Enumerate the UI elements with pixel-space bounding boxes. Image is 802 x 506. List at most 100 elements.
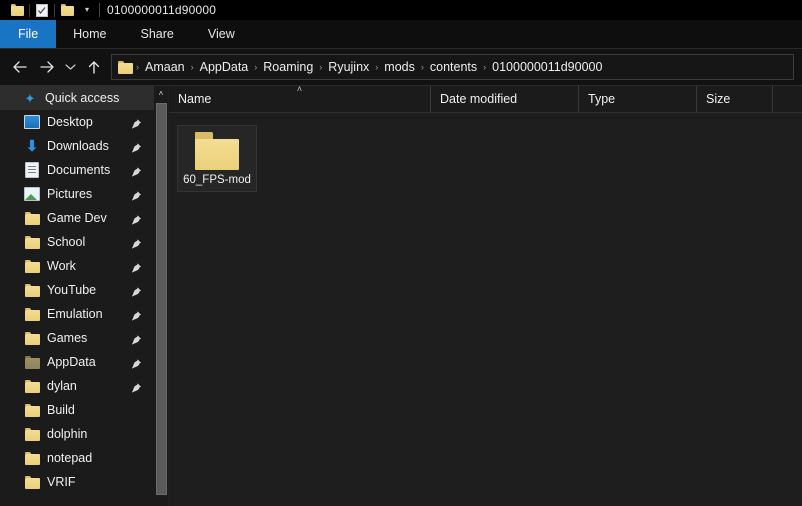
sidebar-item-dylan[interactable]: dylan — [0, 374, 154, 398]
pin-icon[interactable] — [131, 213, 142, 225]
breadcrumb-separator[interactable]: › — [373, 62, 380, 72]
tab-home[interactable]: Home — [56, 20, 123, 48]
folder-icon — [24, 211, 40, 226]
list-item[interactable]: 60_FPS-mod — [177, 125, 257, 192]
sidebar-item-youtube[interactable]: YouTube — [0, 278, 154, 302]
title-bar: ▾ 0100000011d90000 — [0, 0, 802, 20]
sidebar-item-label: School — [47, 235, 86, 249]
sidebar-item-label: Pictures — [47, 187, 93, 201]
breadcrumb-item-current[interactable]: 0100000011d90000 — [488, 60, 606, 74]
sidebar-item-pictures[interactable]: Pictures — [0, 182, 154, 206]
breadcrumb-separator[interactable]: › — [481, 62, 488, 72]
folder-icon — [24, 379, 40, 394]
sidebar-item-label: Work — [47, 259, 76, 273]
title-divider — [99, 3, 100, 17]
desktop-icon — [24, 115, 40, 130]
sidebar-item-emulation[interactable]: Emulation — [0, 302, 154, 326]
sidebar-item-label: dolphin — [47, 427, 88, 441]
column-header-type[interactable]: Type — [579, 86, 697, 112]
column-header-label: Date modified — [440, 92, 518, 106]
column-header-row: ˄ Name Date modified Type Size — [169, 84, 802, 113]
sidebar-item-build[interactable]: Build — [0, 398, 154, 422]
column-header-name[interactable]: ˄ Name — [169, 84, 431, 112]
folder-icon[interactable] — [6, 0, 28, 20]
sort-ascending-icon: ˄ — [296, 84, 303, 94]
tab-share[interactable]: Share — [124, 20, 191, 48]
pin-icon[interactable] — [131, 117, 142, 129]
breadcrumb-separator[interactable]: › — [134, 62, 141, 72]
column-header-date-modified[interactable]: Date modified — [431, 86, 579, 112]
sidebar-item-games[interactable]: Games — [0, 326, 154, 350]
pin-icon[interactable] — [131, 333, 142, 345]
recent-locations-chevron-down-icon[interactable] — [60, 52, 80, 82]
sidebar-item-appdata[interactable]: AppData — [0, 350, 154, 374]
breadcrumb-item-roaming[interactable]: Roaming — [259, 60, 317, 74]
folder-icon — [24, 475, 40, 490]
sidebar-item-label: YouTube — [47, 283, 97, 297]
customize-quick-access-toolbar-button[interactable]: ▾ — [78, 0, 96, 20]
ribbon-tab-bar: File Home Share View — [0, 20, 802, 49]
navigation-pane: ✦ Quick access Desktop ⬇ Downloads Docum… — [0, 86, 169, 506]
pin-icon[interactable] — [131, 165, 142, 177]
pin-icon[interactable] — [131, 261, 142, 273]
sidebar-item-quick-access[interactable]: ✦ Quick access — [0, 86, 154, 110]
pin-icon[interactable] — [131, 381, 142, 393]
pin-icon[interactable] — [131, 141, 142, 153]
column-header-label: Type — [588, 92, 616, 106]
sidebar-item-label: Downloads — [47, 139, 109, 153]
properties-icon[interactable] — [31, 0, 53, 20]
download-icon: ⬇ — [25, 137, 39, 155]
sidebar-item-label: Games — [47, 331, 88, 345]
column-header-label: Size — [706, 92, 731, 106]
sidebar-item-label: Build — [47, 403, 75, 417]
sidebar-item-documents[interactable]: Documents — [0, 158, 154, 182]
navigation-pane-scrollbar[interactable]: ˄ — [154, 86, 168, 506]
forward-button[interactable] — [33, 52, 60, 82]
pictures-icon — [24, 187, 40, 202]
pin-icon[interactable] — [131, 285, 142, 297]
pin-icon[interactable] — [131, 237, 142, 249]
tab-view[interactable]: View — [191, 20, 252, 48]
breadcrumb-separator[interactable]: › — [317, 62, 324, 72]
sidebar-item-downloads[interactable]: ⬇ Downloads — [0, 134, 154, 158]
scroll-up-button[interactable]: ˄ — [154, 86, 168, 101]
sidebar-item-game-dev[interactable]: Game Dev — [0, 206, 154, 230]
sidebar-item-label: dylan — [47, 379, 77, 393]
breadcrumb-item-contents[interactable]: contents — [426, 60, 481, 74]
breadcrumb[interactable]: › Amaan › AppData › Roaming › Ryujinx › … — [111, 54, 794, 80]
folder-icon — [24, 235, 40, 250]
up-button[interactable] — [80, 52, 107, 82]
breadcrumb-separator[interactable]: › — [419, 62, 426, 72]
file-list[interactable]: 60_FPS-mod — [169, 113, 802, 506]
sidebar-item-label: VRIF — [47, 475, 76, 489]
breadcrumb-item-appdata[interactable]: AppData — [196, 60, 253, 74]
sidebar-item-dolphin[interactable]: dolphin — [0, 422, 154, 446]
sidebar-item-label: Game Dev — [47, 211, 107, 225]
scrollbar-thumb[interactable] — [156, 103, 167, 495]
breadcrumb-item-amaan[interactable]: Amaan — [141, 60, 189, 74]
pin-icon[interactable] — [131, 189, 142, 201]
documents-icon — [24, 162, 40, 178]
breadcrumb-separator[interactable]: › — [189, 62, 196, 72]
sidebar-item-label: Quick access — [45, 91, 120, 105]
back-button[interactable] — [6, 52, 33, 82]
tab-file[interactable]: File — [0, 20, 57, 48]
breadcrumb-item-mods[interactable]: mods — [380, 60, 419, 74]
pin-icon[interactable] — [131, 309, 142, 321]
sidebar-item-notepad[interactable]: notepad — [0, 446, 154, 470]
quick-access-toolbar: ▾ — [6, 0, 96, 20]
sidebar-item-work[interactable]: Work — [0, 254, 154, 278]
breadcrumb-separator[interactable]: › — [252, 62, 259, 72]
sidebar-item-school[interactable]: School — [0, 230, 154, 254]
pin-icon[interactable] — [131, 357, 142, 369]
list-item-label: 60_FPS-mod — [183, 174, 251, 186]
toolbar-divider — [29, 3, 30, 17]
toolbar-divider — [54, 3, 55, 17]
star-icon: ✦ — [24, 90, 36, 106]
column-header-size[interactable]: Size — [697, 86, 773, 112]
breadcrumb-item-ryujinx[interactable]: Ryujinx — [324, 60, 373, 74]
sidebar-item-vrif[interactable]: VRIF — [0, 470, 154, 494]
new-folder-icon[interactable] — [56, 0, 78, 20]
navigation-list: ✦ Quick access Desktop ⬇ Downloads Docum… — [0, 86, 154, 506]
sidebar-item-desktop[interactable]: Desktop — [0, 110, 154, 134]
